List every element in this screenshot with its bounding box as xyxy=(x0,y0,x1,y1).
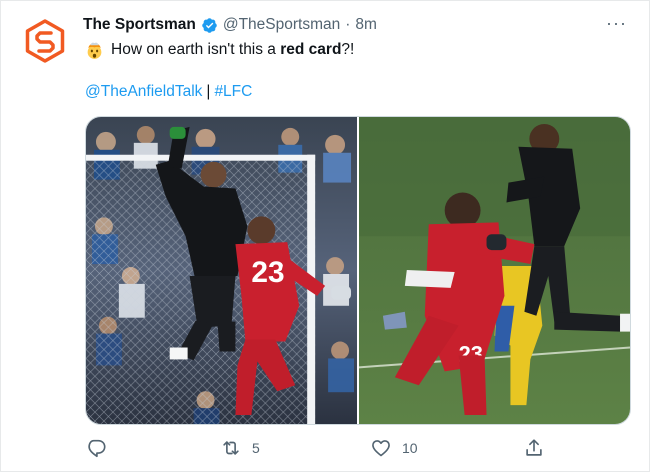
retweet-count: 5 xyxy=(252,440,260,456)
display-name[interactable]: The Sportsman xyxy=(83,16,196,34)
avatar[interactable] xyxy=(23,19,67,63)
shirt-number-left: 23 xyxy=(251,256,284,289)
reply-icon xyxy=(88,439,106,458)
mention-link[interactable]: @TheAnfieldTalk xyxy=(85,83,202,101)
heart-icon xyxy=(372,440,390,457)
tweet-links: @TheAnfieldTalk | #LFC xyxy=(85,83,252,101)
media-image-right[interactable]: 23 xyxy=(359,117,630,424)
tweet-card: The Sportsman @TheSportsman · 8m ··· How… xyxy=(0,0,650,472)
tweet-text-start: How on earth isn't this a xyxy=(111,41,281,58)
tweet-text-bold: red card xyxy=(280,41,342,58)
sportsman-logo-icon xyxy=(25,19,65,63)
hashtag-link[interactable]: #LFC xyxy=(214,83,252,101)
retweet-icon xyxy=(223,441,239,455)
share-icon xyxy=(526,439,542,456)
handle[interactable]: @TheSportsman xyxy=(223,16,340,34)
link-separator: | xyxy=(206,83,211,100)
exploding-head-emoji-icon xyxy=(87,42,102,59)
verified-badge-icon xyxy=(202,17,217,33)
like-button[interactable]: 10 xyxy=(370,437,418,459)
photo-challenge-closeup: 23 xyxy=(359,117,630,424)
reply-button[interactable] xyxy=(85,437,107,459)
photo-goalkeeper-challenge: 23 xyxy=(86,117,357,424)
more-options-icon[interactable]: ··· xyxy=(606,13,627,34)
tweet-text: How on earth isn't this a red card?! xyxy=(85,39,354,61)
tweet-header: The Sportsman @TheSportsman · 8m xyxy=(83,15,377,35)
separator: · xyxy=(345,16,351,33)
like-count: 10 xyxy=(402,440,418,456)
tweet-text-end: ?! xyxy=(341,41,355,58)
retweet-button[interactable]: 5 xyxy=(220,437,260,459)
action-bar: 5 10 xyxy=(85,435,631,465)
tweet-text-body: How on earth isn't this a red card?! xyxy=(111,41,354,59)
media-image-left[interactable]: 23 xyxy=(86,117,357,424)
media-grid: 23 23 xyxy=(85,116,631,425)
share-button[interactable] xyxy=(523,437,545,459)
timestamp[interactable]: 8m xyxy=(355,16,377,34)
